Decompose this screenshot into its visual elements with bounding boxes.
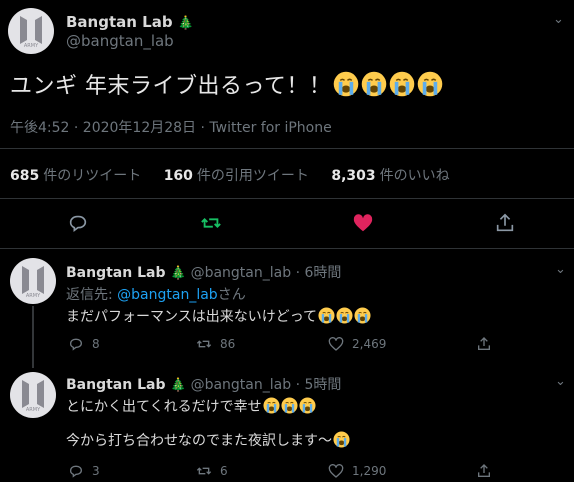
more-options-icon[interactable]: ⌄ — [555, 262, 566, 277]
retweet-icon — [196, 467, 212, 475]
like-icon — [328, 464, 344, 478]
author-handle[interactable]: @bangtan_lab — [191, 377, 292, 393]
reply-actions: 3 6 1,290 — [0, 463, 574, 481]
tree-badge-icon: 🎄 — [169, 266, 187, 281]
share-icon — [478, 464, 490, 477]
like-icon — [353, 214, 373, 232]
avatar[interactable] — [10, 372, 56, 418]
share-button[interactable] — [494, 212, 516, 234]
like-button[interactable]: 1,290 — [328, 463, 386, 479]
reply-button[interactable]: 8 — [68, 336, 100, 352]
quote-count[interactable]: 160 — [164, 168, 193, 184]
reply-button[interactable] — [67, 212, 89, 234]
reply-header: Bangtan Lab 🎄 @bangtan_lab · 6時間 — [66, 262, 341, 282]
like-icon — [328, 337, 344, 351]
retweet-icon — [201, 218, 221, 228]
more-options-icon[interactable]: ⌄ — [555, 374, 566, 389]
like-count[interactable]: 8,303 — [331, 168, 375, 184]
retweet-button[interactable]: 86 — [196, 336, 235, 352]
more-options-icon[interactable]: ⌄ — [553, 12, 564, 27]
reply-text-line2: 今から打ち合わせなのでまた夜訳します〜 — [66, 430, 350, 450]
divider — [0, 198, 574, 199]
timestamp[interactable]: · 5時間 — [296, 377, 342, 393]
bts-logo-icon — [18, 378, 48, 412]
loudly-crying-face-icon — [262, 399, 316, 415]
author-handle[interactable]: @bangtan_lab — [191, 265, 292, 281]
author-name[interactable]: Bangtan Lab — [66, 377, 165, 393]
tweet-text: ユンギ 年末ライブ出るって！！ — [10, 68, 443, 100]
author-handle[interactable]: @bangtan_lab — [66, 32, 174, 50]
share-button[interactable] — [476, 336, 492, 352]
share-icon — [496, 213, 514, 232]
divider — [0, 148, 574, 149]
loudly-crying-face-icon — [331, 74, 443, 99]
retweet-count[interactable]: 685 — [10, 168, 39, 184]
loudly-crying-face-icon — [317, 309, 371, 325]
bts-logo-icon — [16, 14, 46, 48]
avatar[interactable] — [10, 258, 56, 304]
reply-icon — [70, 338, 82, 351]
timestamp[interactable]: · 6時間 — [296, 265, 342, 281]
divider — [0, 248, 574, 249]
tree-badge-icon: 🎄 — [169, 378, 187, 393]
like-button[interactable] — [352, 212, 374, 234]
retweet-button[interactable] — [200, 212, 222, 234]
like-button[interactable]: 2,469 — [328, 336, 386, 352]
tree-badge-icon: 🎄 — [177, 16, 194, 31]
reply-button[interactable]: 3 — [68, 463, 100, 479]
replying-to-link[interactable]: @bangtan_lab — [117, 287, 218, 303]
replying-to: 返信先: @bangtan_labさん — [66, 287, 246, 303]
retweet-icon — [196, 340, 212, 348]
tweet-meta[interactable]: 午後4:52 · 2020年12月28日 · Twitter for iPhon… — [10, 117, 332, 137]
loudly-crying-face-icon — [332, 433, 350, 449]
retweet-button[interactable]: 6 — [196, 463, 228, 479]
reply-actions: 8 86 2,469 — [0, 336, 574, 354]
tweet-actions — [0, 212, 574, 236]
share-icon — [478, 337, 490, 350]
share-button[interactable] — [476, 463, 492, 479]
reply-text: まだパフォーマンスは出来ないけどって — [66, 306, 371, 326]
author-name[interactable]: Bangtan Lab — [66, 265, 165, 281]
avatar[interactable] — [8, 8, 54, 54]
reply-icon — [69, 215, 87, 232]
reply-header: Bangtan Lab 🎄 @bangtan_lab · 5時間 — [66, 374, 341, 394]
reply-text: とにかく出てくれるだけで幸せ — [66, 396, 316, 416]
tweet-stats: 685 件のリツイート 160 件の引用ツイート 8,303 件のいいね — [10, 168, 450, 184]
bts-logo-icon — [18, 264, 48, 298]
author-name[interactable]: Bangtan Lab 🎄 — [66, 12, 194, 31]
reply-icon — [70, 465, 82, 478]
